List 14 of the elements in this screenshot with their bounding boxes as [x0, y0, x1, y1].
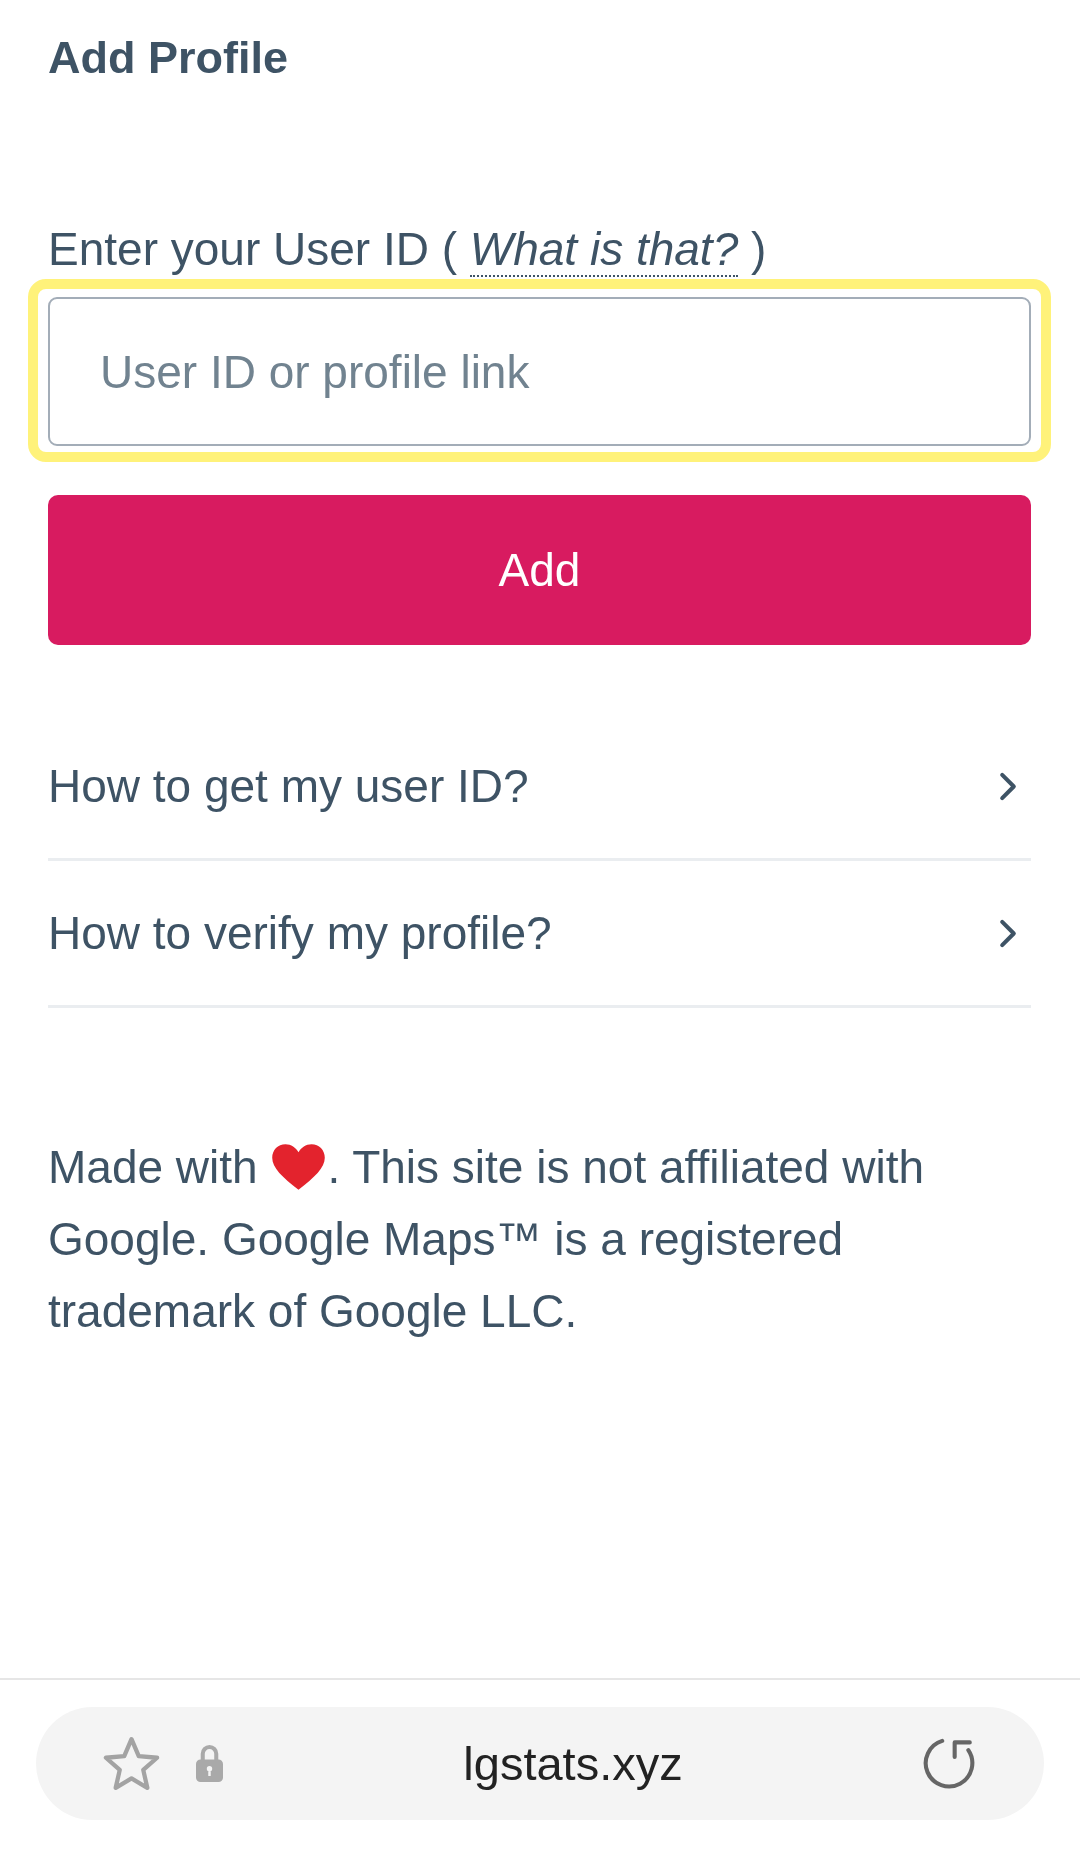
- footer-text: Made with . This site is not affiliated with Google. Google Maps™ is a registered trademark of Google LLC.: [48, 1140, 926, 1339]
- reload-icon[interactable]: [923, 1738, 975, 1789]
- lock-icon: [196, 1745, 223, 1782]
- faq-item[interactable]: How to get my user ID?: [48, 714, 1031, 861]
- page-title: Add Profile: [48, 31, 288, 85]
- star-icon[interactable]: [103, 1736, 160, 1791]
- faq-item[interactable]: How to verify my profile?: [48, 861, 1031, 1008]
- heart-icon: [270, 1143, 328, 1191]
- address-bar[interactable]: lgstats.xyz: [36, 1707, 1044, 1820]
- add-button[interactable]: Add: [48, 495, 1031, 645]
- user-id-input[interactable]: User ID or profile link: [48, 297, 1031, 446]
- url-text[interactable]: lgstats.xyz: [463, 1735, 683, 1792]
- field-label: Enter your User ID ( What is that? ): [48, 222, 767, 276]
- help-link[interactable]: What is that?: [469, 223, 739, 277]
